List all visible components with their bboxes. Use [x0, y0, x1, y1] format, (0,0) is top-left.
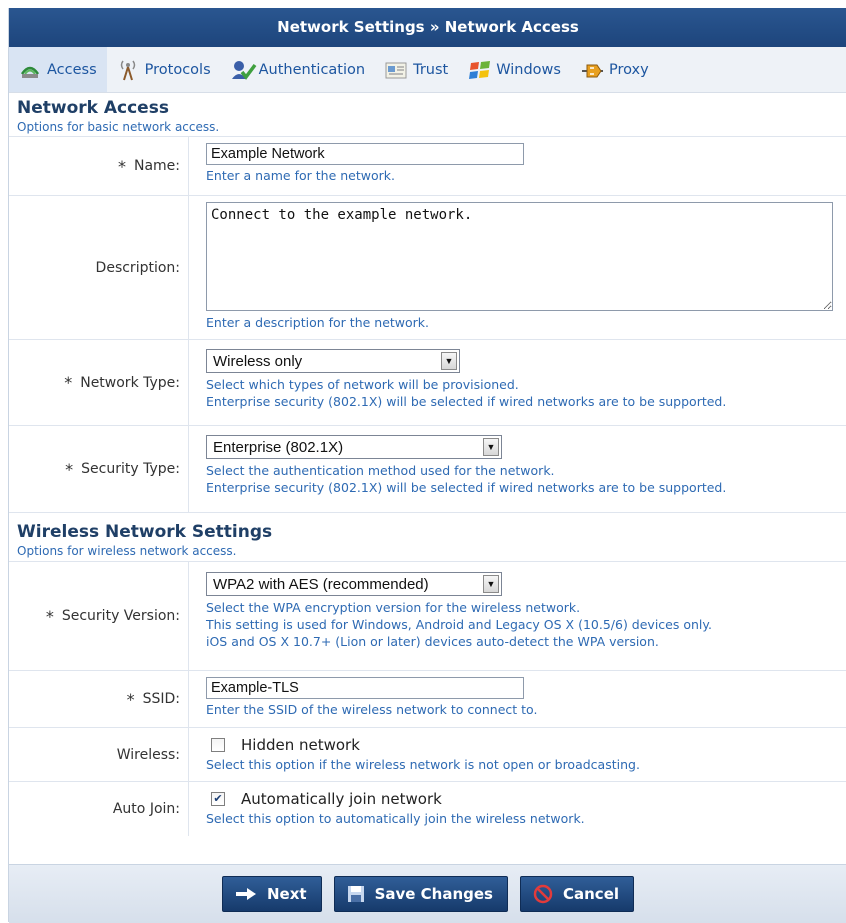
section-subtitle: Options for basic network access.: [17, 120, 220, 134]
tab-access[interactable]: Access: [9, 47, 107, 92]
authentication-icon: [231, 59, 257, 81]
tab-windows[interactable]: Windows: [458, 47, 571, 92]
security-type-row: * Security Type: Enterprise (802.1X) ▼ Se…: [9, 426, 846, 513]
chevron-down-icon: ▼: [483, 438, 499, 456]
tab-authentication[interactable]: Authentication: [221, 47, 375, 92]
wireless-row: Wireless: Hidden network Select this opt…: [9, 728, 846, 782]
proxy-icon: [581, 59, 603, 81]
hidden-network-checkbox[interactable]: Hidden network: [206, 734, 846, 756]
save-icon: [347, 886, 364, 902]
description-row: Description: Connect to the example netw…: [9, 196, 846, 340]
next-button[interactable]: Next: [221, 876, 322, 912]
protocols-icon: [117, 59, 139, 81]
auto-join-row: Auto Join: ✔ Automatically join network …: [9, 782, 846, 836]
security-version-hint-2: This setting is used for Windows, Androi…: [206, 617, 712, 632]
chevron-down-icon: ▼: [441, 352, 457, 370]
description-textarea[interactable]: Connect to the example network.: [206, 202, 833, 311]
required-marker: *: [65, 459, 74, 479]
checkmark-icon[interactable]: ✔: [211, 792, 225, 806]
name-input[interactable]: [206, 143, 524, 165]
network-type-hint: Select which types of network will be pr…: [206, 377, 519, 392]
description-hint: Enter a description for the network.: [206, 315, 430, 330]
cancel-icon: [533, 884, 553, 904]
security-version-row: * Security Version: WPA2 with AES (recomm…: [9, 562, 846, 671]
footer-toolbar: Next Save Changes Cancel: [9, 864, 846, 923]
security-version-hint-3: iOS and OS X 10.7+ (Lion or later) devic…: [206, 634, 659, 649]
save-changes-button[interactable]: Save Changes: [333, 876, 508, 912]
security-type-select[interactable]: Enterprise (802.1X) ▼: [206, 435, 502, 459]
security-version-select[interactable]: WPA2 with AES (recommended) ▼: [206, 572, 502, 596]
ssid-hint: Enter the SSID of the wireless network t…: [206, 702, 538, 717]
page-title: Network Settings » Network Access: [9, 8, 846, 47]
wireless-label: Wireless:: [116, 746, 180, 763]
tab-label: Windows: [496, 61, 561, 78]
auto-join-label: Auto Join:: [112, 801, 180, 817]
required-marker: *: [64, 373, 73, 392]
network-settings-panel: Network Settings » Network Access Access…: [8, 8, 846, 923]
tab-protocols[interactable]: Protocols: [107, 47, 221, 92]
ssid-label: SSID:: [142, 691, 180, 707]
hidden-network-hint: Select this option if the wireless netwo…: [206, 757, 640, 772]
required-marker: *: [117, 156, 126, 176]
security-type-hint: Select the authentication method used fo…: [206, 463, 555, 478]
trust-icon: [385, 59, 407, 81]
cancel-button[interactable]: Cancel: [520, 876, 635, 912]
tab-label: Protocols: [144, 61, 211, 78]
name-row: * Name: Enter a name for the network.: [9, 137, 846, 196]
tab-label: Access: [47, 61, 97, 78]
network-type-select[interactable]: Wireless only ▼: [206, 349, 460, 373]
arrow-right-icon: [235, 888, 256, 900]
description-label: Description:: [95, 259, 180, 276]
required-marker: *: [45, 606, 54, 626]
tab-bar: Access Protocols Authentication Trust Wi…: [9, 47, 846, 93]
tab-label: Trust: [413, 61, 449, 78]
tab-label: Authentication: [258, 61, 366, 78]
section-heading: Wireless Network Settings: [17, 522, 273, 542]
network-access-section: Network Access Options for basic network…: [9, 93, 846, 137]
name-hint: Enter a name for the network.: [206, 168, 395, 183]
hidden-network-label: Hidden network: [241, 736, 360, 754]
tab-trust[interactable]: Trust: [375, 47, 458, 92]
wireless-section: Wireless Network Settings Options for wi…: [9, 513, 846, 562]
network-type-label: Network Type:: [80, 374, 180, 391]
ssid-input[interactable]: [206, 677, 524, 699]
section-subtitle: Options for wireless network access.: [17, 544, 237, 558]
tab-label: Proxy: [608, 61, 649, 78]
chevron-down-icon: ▼: [483, 575, 499, 593]
name-label: Name:: [133, 158, 180, 174]
security-type-hint-2: Enterprise security (802.1X) will be sel…: [206, 480, 727, 495]
windows-icon: [468, 59, 491, 81]
auto-join-option-label: Automatically join network: [241, 790, 442, 808]
security-version-label: Security Version:: [61, 608, 180, 624]
ssid-row: * SSID: Enter the SSID of the wireless ne…: [9, 671, 846, 728]
network-type-hint-2: Enterprise security (802.1X) will be sel…: [206, 394, 727, 409]
auto-join-hint: Select this option to automatically join…: [206, 811, 585, 826]
tab-proxy[interactable]: Proxy: [571, 47, 659, 92]
security-version-hint: Select the WPA encryption version for th…: [206, 600, 581, 615]
security-type-label: Security Type:: [81, 461, 180, 477]
access-icon: [19, 59, 41, 81]
section-heading: Network Access: [17, 98, 169, 118]
network-type-row: * Network Type: Wireless only ▼ Select wh…: [9, 340, 846, 426]
checkbox-box[interactable]: [211, 738, 225, 752]
required-marker: *: [126, 689, 135, 709]
auto-join-checkbox[interactable]: ✔ Automatically join network: [206, 788, 846, 810]
